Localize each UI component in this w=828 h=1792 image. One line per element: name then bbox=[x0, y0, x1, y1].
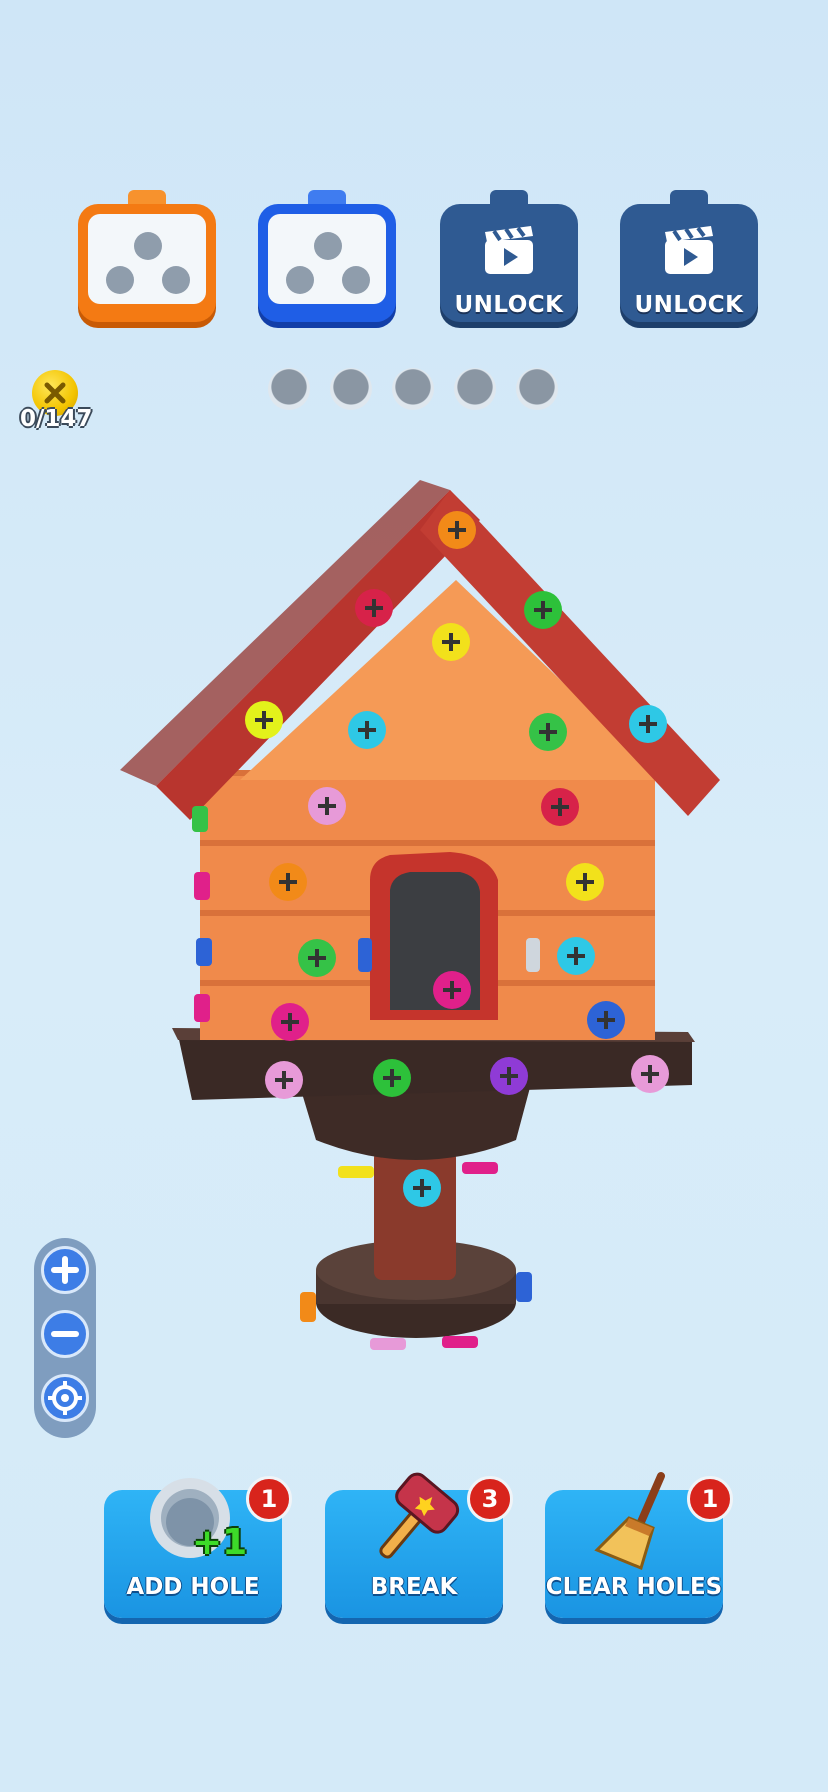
target-icon bbox=[48, 1381, 82, 1415]
queue-dot bbox=[392, 368, 434, 410]
unlock-slot-button-1[interactable]: UNLOCK bbox=[440, 190, 578, 330]
screw-hole bbox=[286, 266, 314, 294]
screw-hole bbox=[314, 232, 342, 260]
add-hole-bonus: +1 bbox=[192, 1522, 248, 1563]
break-count-badge: 3 bbox=[467, 1476, 513, 1522]
screw-counter: 0/147 bbox=[20, 370, 110, 434]
unlock-label: UNLOCK bbox=[454, 292, 564, 318]
queue-dot bbox=[516, 368, 558, 410]
screw-box-orange[interactable] bbox=[78, 190, 216, 330]
clear-holes-button[interactable]: CLEAR HOLES 1 bbox=[545, 1472, 733, 1618]
clear-holes-count-badge: 1 bbox=[687, 1476, 733, 1522]
add-hole-button[interactable]: +1 ADD HOLE 1 bbox=[104, 1476, 292, 1618]
queue-dot bbox=[454, 368, 496, 410]
screw-hole bbox=[162, 266, 190, 294]
zoom-panel bbox=[34, 1238, 96, 1438]
unlock-slot-button-2[interactable]: UNLOCK bbox=[620, 190, 758, 330]
unlock-label: UNLOCK bbox=[634, 292, 744, 318]
zoom-in-button[interactable] bbox=[41, 1246, 89, 1294]
clear-holes-label: CLEAR HOLES bbox=[545, 1574, 723, 1600]
box-inner bbox=[268, 214, 386, 304]
box-body bbox=[78, 204, 216, 322]
break-button[interactable]: BREAK 3 bbox=[325, 1472, 513, 1618]
hammer-icon bbox=[379, 1472, 460, 1559]
minus-icon bbox=[51, 1331, 79, 1337]
box-inner bbox=[88, 214, 206, 304]
screw-hole bbox=[106, 266, 134, 294]
screw-box-blue[interactable] bbox=[258, 190, 396, 330]
video-clapper-icon bbox=[485, 226, 533, 274]
birdhouse-puzzle[interactable] bbox=[120, 480, 740, 1360]
recenter-button[interactable] bbox=[41, 1374, 89, 1422]
screw-count: 0/147 bbox=[20, 406, 93, 432]
plus-icon bbox=[51, 1256, 79, 1284]
broom-icon bbox=[594, 1472, 665, 1571]
box-body bbox=[258, 204, 396, 322]
pole bbox=[374, 1150, 456, 1280]
video-clapper-icon bbox=[665, 226, 713, 274]
queue-dot bbox=[268, 368, 310, 410]
queue-dot bbox=[330, 368, 372, 410]
add-hole-count-badge: 1 bbox=[246, 1476, 292, 1522]
add-hole-label: ADD HOLE bbox=[126, 1574, 260, 1600]
zoom-out-button[interactable] bbox=[41, 1310, 89, 1358]
screw-hole bbox=[342, 266, 370, 294]
screw-hole bbox=[134, 232, 162, 260]
platform bbox=[178, 1035, 692, 1100]
break-label: BREAK bbox=[370, 1574, 458, 1600]
